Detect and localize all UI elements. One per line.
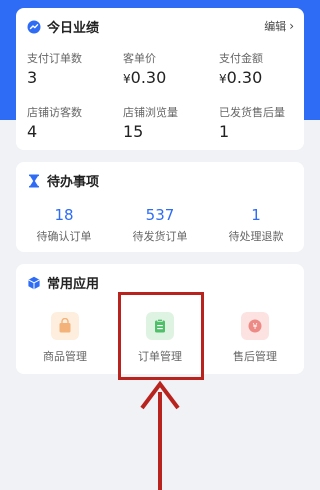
metric-value: 3: [27, 68, 38, 87]
metric-label: 店铺浏览量: [123, 106, 178, 119]
performance-title: 今日业绩: [47, 21, 100, 36]
metric-value: ¥0.30: [219, 68, 263, 87]
metric-label: 支付订单数: [27, 52, 82, 65]
trend-icon: [27, 20, 41, 34]
metric-paid-amount[interactable]: 支付金额 ¥0.30: [219, 50, 309, 87]
todo-item-pending-confirm[interactable]: 18 待确认订单: [16, 206, 112, 244]
todo-label: 待确认订单: [36, 230, 92, 243]
todo-label: 待发货订单: [132, 230, 188, 243]
arrow-up-icon: [140, 380, 180, 490]
metric-paid-orders[interactable]: 支付订单数 3: [27, 50, 117, 87]
metric-value: 15: [123, 122, 144, 141]
performance-header: 今日业绩: [27, 17, 99, 36]
metric-avg-order-price[interactable]: 客单价 ¥0.30: [123, 50, 213, 87]
chevron-right-icon: ›: [289, 19, 294, 33]
today-performance-card: 今日业绩 编辑 › 支付订单数 3 客单价 ¥0.30 支付金额 ¥0.30 店…: [16, 8, 304, 150]
metric-value: 4: [27, 122, 38, 141]
svg-text:¥: ¥: [252, 322, 257, 331]
metric-label: 店铺访客数: [27, 106, 82, 119]
todo-header: 待办事项: [27, 171, 99, 190]
app-aftersale-management[interactable]: ¥ 售后管理: [220, 312, 290, 364]
todo-item-pending-refund[interactable]: 1 待处理退款: [208, 206, 304, 244]
todo-title: 待办事项: [47, 175, 100, 190]
refund-icon: ¥: [241, 312, 269, 340]
app-label: 商品管理: [43, 350, 87, 363]
metric-shipped-aftersale[interactable]: 已发货售后量 1: [219, 104, 309, 141]
shopping-bag-icon: [51, 312, 79, 340]
metric-value: ¥0.30: [123, 68, 167, 87]
app-product-management[interactable]: 商品管理: [30, 312, 100, 364]
hourglass-icon: [27, 174, 41, 188]
metric-value: 1: [219, 122, 230, 141]
todo-card: 待办事项 18 待确认订单 537 待发货订单 1 待处理退款: [16, 162, 304, 252]
apps-header: 常用应用: [27, 273, 99, 292]
highlight-box: [118, 292, 204, 380]
edit-button[interactable]: 编辑 ›: [264, 18, 294, 34]
metric-label: 客单价: [123, 52, 156, 65]
metric-store-visitors[interactable]: 店铺访客数 4: [27, 104, 117, 141]
apps-cube-icon: [27, 276, 41, 290]
todo-count: 537: [145, 206, 175, 224]
edit-label: 编辑: [264, 20, 287, 33]
metric-label: 已发货售后量: [219, 106, 285, 119]
todo-count: 1: [251, 206, 261, 224]
app-label: 售后管理: [233, 350, 277, 363]
todo-label: 待处理退款: [228, 230, 284, 243]
apps-title: 常用应用: [47, 277, 100, 292]
metric-label: 支付金额: [219, 52, 263, 65]
todo-item-pending-ship[interactable]: 537 待发货订单: [112, 206, 208, 244]
todo-count: 18: [54, 206, 74, 224]
metric-store-pageviews[interactable]: 店铺浏览量 15: [123, 104, 213, 141]
